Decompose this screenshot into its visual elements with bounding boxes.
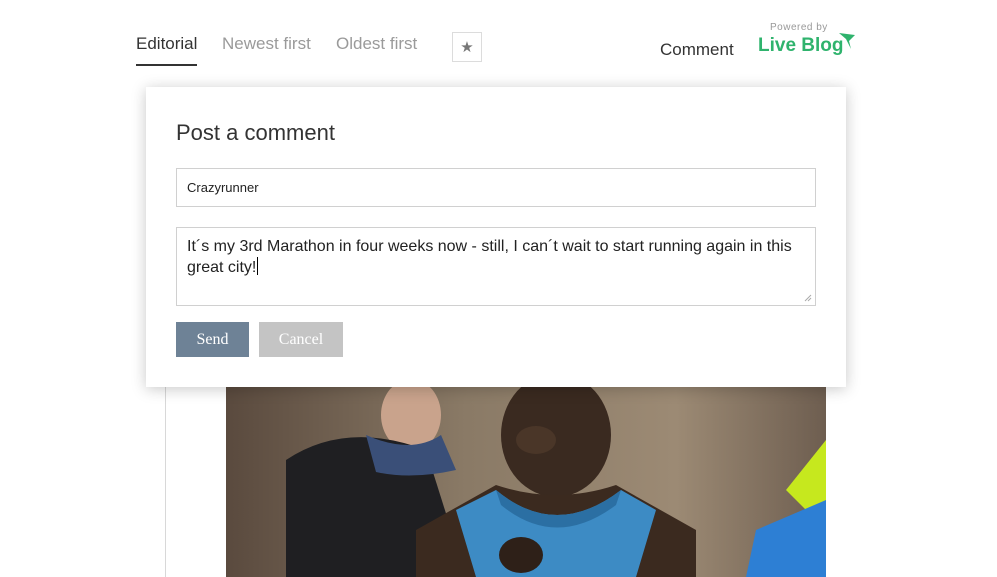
powered-by-label: Powered by	[770, 22, 828, 33]
send-button[interactable]: Send	[176, 322, 249, 357]
cancel-button[interactable]: Cancel	[259, 322, 343, 357]
highlights-star-button[interactable]: ★	[452, 32, 482, 62]
post-comment-modal: Post a comment Crazyrunner It´s my 3rd M…	[146, 87, 846, 387]
live-blog-logo-text: Live Blog	[758, 35, 844, 56]
tab-oldest-first[interactable]: Oldest first	[336, 34, 417, 64]
comment-textarea-value: It´s my 3rd Marathon in four weeks now -…	[187, 238, 792, 276]
star-icon: ★	[460, 39, 474, 56]
name-input[interactable]: Crazyrunner	[176, 168, 816, 207]
name-input-value: Crazyrunner	[187, 180, 259, 195]
live-blog-arrow-icon	[839, 33, 855, 49]
timeline-line	[165, 380, 166, 577]
text-cursor	[257, 257, 259, 275]
marathon-runner-photo	[226, 380, 826, 577]
resize-handle-icon[interactable]	[804, 294, 812, 302]
tab-editorial[interactable]: Editorial	[136, 34, 198, 66]
modal-title: Post a comment	[176, 120, 335, 145]
tab-newest-first[interactable]: Newest first	[222, 34, 311, 64]
comment-textarea[interactable]: It´s my 3rd Marathon in four weeks now -…	[176, 227, 816, 306]
comment-link[interactable]: Comment	[660, 40, 734, 60]
